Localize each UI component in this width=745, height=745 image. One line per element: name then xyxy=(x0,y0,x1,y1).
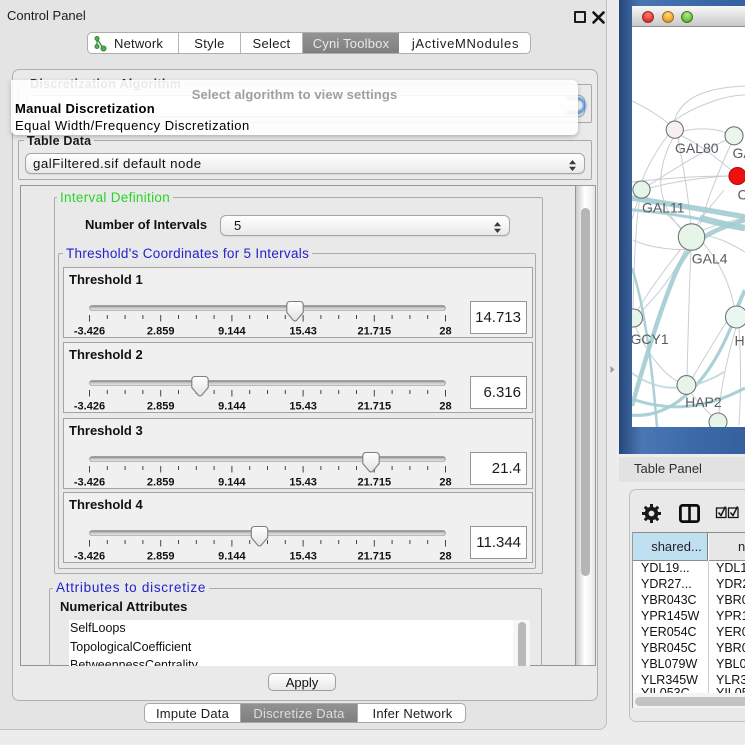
svg-text:21.715: 21.715 xyxy=(357,326,391,338)
svg-text:28: 28 xyxy=(439,477,451,489)
svg-text:15.43: 15.43 xyxy=(289,477,317,489)
svg-text:9.144: 9.144 xyxy=(218,477,246,489)
svg-text:2.859: 2.859 xyxy=(147,326,175,338)
svg-text:21.715: 21.715 xyxy=(357,551,391,563)
svg-text:9.144: 9.144 xyxy=(218,326,246,338)
svg-text:GAL: GAL xyxy=(733,145,745,161)
svg-text:GAL4: GAL4 xyxy=(692,250,728,266)
svg-text:9.144: 9.144 xyxy=(218,401,246,413)
svg-text:28: 28 xyxy=(439,326,451,338)
svg-text:15.43: 15.43 xyxy=(289,326,317,338)
svg-text:CR: CR xyxy=(738,187,745,203)
svg-text:21.715: 21.715 xyxy=(357,401,391,413)
svg-text:HI: HI xyxy=(735,332,745,348)
svg-text:2.859: 2.859 xyxy=(147,551,175,563)
svg-text:28: 28 xyxy=(439,551,451,563)
svg-text:-3.426: -3.426 xyxy=(74,326,105,338)
svg-text:9.144: 9.144 xyxy=(218,551,246,563)
svg-text:GCY1: GCY1 xyxy=(632,331,669,347)
svg-text:2.859: 2.859 xyxy=(147,477,175,489)
svg-text:-3.426: -3.426 xyxy=(74,401,105,413)
svg-text:28: 28 xyxy=(439,401,451,413)
svg-text:21.715: 21.715 xyxy=(357,477,391,489)
svg-text:HAP2: HAP2 xyxy=(685,394,722,410)
svg-text:15.43: 15.43 xyxy=(289,551,317,563)
svg-text:-3.426: -3.426 xyxy=(74,477,105,489)
svg-text:GAL11: GAL11 xyxy=(642,200,685,216)
svg-text:-3.426: -3.426 xyxy=(74,551,105,563)
svg-text:2.859: 2.859 xyxy=(147,401,175,413)
svg-text:15.43: 15.43 xyxy=(289,401,317,413)
svg-text:GAL80: GAL80 xyxy=(675,140,719,156)
